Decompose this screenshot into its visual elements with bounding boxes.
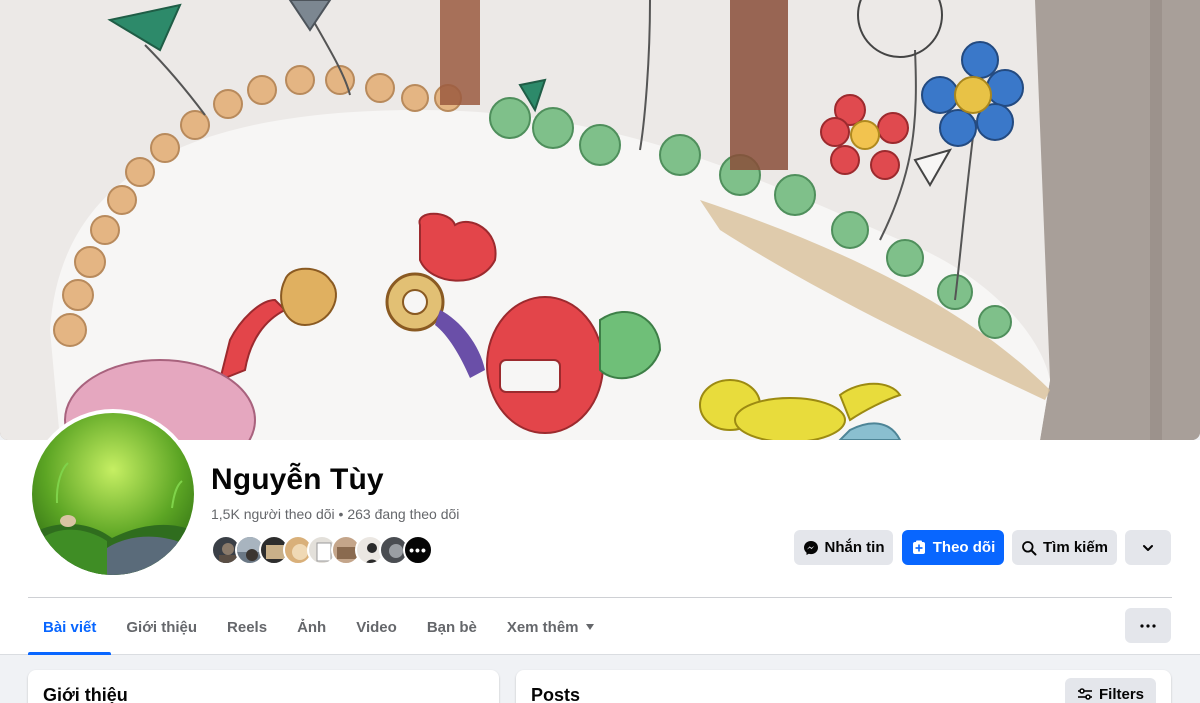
follower-avatars[interactable]: ••• — [211, 535, 433, 565]
tab-posts[interactable]: Bài viết — [28, 599, 112, 655]
follow-button[interactable]: Theo dõi — [902, 530, 1004, 565]
follow-plus-icon — [912, 540, 925, 554]
filters-button-label: Filters — [1098, 685, 1144, 703]
tab-photos[interactable]: Ảnh — [282, 599, 341, 655]
tab-label: Giới thiệu — [126, 618, 198, 636]
messenger-icon — [803, 540, 818, 555]
tab-videos[interactable]: Video — [341, 599, 412, 655]
ellipsis-icon — [1140, 623, 1156, 628]
follower-stats[interactable]: 1,5K người theo dõi • 263 đang theo dõi — [211, 506, 459, 522]
profile-name: Nguyễn Tùy — [211, 463, 384, 496]
message-button-label: Nhắn tin — [824, 539, 885, 556]
follow-button-label: Theo dõi — [932, 539, 996, 556]
tab-more[interactable]: Xem thêm — [492, 599, 610, 655]
tabs-more-options-button[interactable] — [1125, 608, 1171, 643]
tab-label: Video — [356, 618, 397, 636]
followers-more-button[interactable]: ••• — [403, 535, 433, 565]
tab-friends[interactable]: Bạn bè — [412, 599, 492, 655]
profile-dropdown-button[interactable] — [1125, 530, 1171, 565]
tab-about[interactable]: Giới thiệu — [111, 599, 212, 655]
header-divider — [28, 597, 1172, 598]
search-button-label: Tìm kiếm — [1042, 539, 1109, 556]
tab-reels[interactable]: Reels — [212, 599, 282, 655]
filters-icon — [1077, 688, 1092, 700]
filters-button[interactable]: Filters — [1064, 678, 1156, 703]
cover-photo[interactable] — [0, 0, 1200, 440]
search-icon — [1022, 540, 1037, 555]
search-button[interactable]: Tìm kiếm — [1012, 530, 1117, 565]
posts-card-title: Posts — [531, 685, 581, 703]
tab-label: Bài viết — [43, 618, 97, 636]
posts-card: Posts Filters — [516, 670, 1171, 703]
chevron-down-icon — [1143, 544, 1153, 551]
profile-avatar[interactable] — [28, 409, 198, 579]
tab-label: Reels — [227, 618, 268, 636]
tab-label: Xem thêm — [506, 618, 579, 636]
intro-card: Giới thiệu — [28, 670, 499, 703]
caret-down-icon — [585, 624, 594, 630]
tab-label: Bạn bè — [426, 618, 477, 636]
intro-card-title: Giới thiệu — [43, 685, 128, 703]
profile-tabs: Bài viết Giới thiệu Reels Ảnh Video Bạn … — [28, 599, 610, 655]
tab-label: Ảnh — [297, 618, 327, 636]
message-button[interactable]: Nhắn tin — [794, 530, 893, 565]
